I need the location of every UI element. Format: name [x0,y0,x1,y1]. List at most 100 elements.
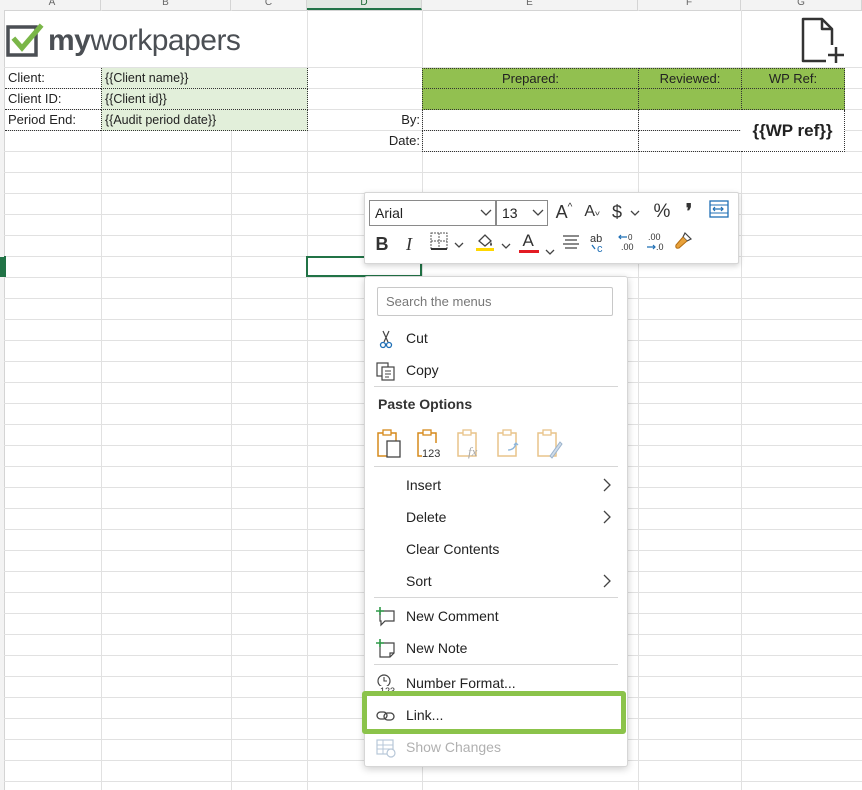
client-name-value[interactable]: {{Client name}} [101,68,308,89]
chevron-right-icon [603,510,611,524]
menu-search-input[interactable]: Search the menus [377,287,613,316]
paste-options-title: Paste Options [378,396,473,412]
font-size-dropdown[interactable]: 13 [496,200,548,226]
bold-button[interactable]: B [372,231,392,257]
chevron-right-icon [603,574,611,588]
menu-item-cut[interactable]: Cut [365,322,627,354]
decrease-font-letter: A [584,203,595,220]
dollar-icon: $ [611,202,622,222]
menu-item-label: Show Changes [406,739,501,755]
wrap-text-icon [709,200,729,218]
header-blank-area [423,11,741,67]
copy-icon [376,362,395,381]
active-row-indicator [4,256,6,277]
wp-ref-value[interactable]: {{WP ref}} [741,110,845,152]
italic-button[interactable]: I [400,231,418,257]
format-painter-button[interactable] [672,231,694,257]
menu-item-label: Delete [406,509,447,525]
column-header-g[interactable]: G [741,0,862,10]
menu-item-label: Insert [406,477,442,493]
reviewed-date-cell[interactable] [638,131,742,152]
period-end-value[interactable]: {{Audit period date}} [101,110,308,131]
decrease-decimal-icon: .00 .0 [647,232,664,252]
chevron-down-icon [545,249,554,255]
borders-icon [430,232,448,250]
accounting-format-button[interactable]: $ [609,199,643,225]
increase-decimal-icon: 0 .00 [618,233,634,252]
menu-item-label: Sort [406,573,432,589]
menu-item-new-note[interactable]: New Note [365,632,627,664]
menu-item-new-comment[interactable]: New Comment [365,600,627,632]
paste-values-icon[interactable]: 123 [416,428,444,460]
wp-ref-green-cell[interactable] [741,88,845,110]
column-header-c[interactable]: C [231,0,307,10]
new-document-icon [801,17,846,65]
svg-text:.0: .0 [656,242,664,252]
font-name-dropdown[interactable]: Arial [369,200,496,226]
column-header-a[interactable]: A [4,0,101,10]
menu-item-clear-contents[interactable]: Clear Contents [365,533,627,565]
paint-bucket-icon [476,234,495,251]
percent-style-button[interactable]: % [650,199,674,225]
prepared-header: Prepared: [422,68,639,89]
decrease-font-size-button[interactable]: A^ [581,199,603,225]
reviewed-header: Reviewed: [638,68,742,89]
prepared-date-cell[interactable] [422,131,639,152]
client-label: Client: [5,68,101,89]
reviewed-green-cell[interactable] [638,88,742,110]
fill-color-button[interactable] [473,231,513,257]
menu-separator [374,597,618,598]
client-id-value[interactable]: {{Client id}} [101,89,308,110]
prepared-green-cell[interactable] [422,88,639,110]
scissors-icon [379,330,393,349]
svg-text:.00: .00 [621,242,634,252]
svg-text:0: 0 [628,233,633,242]
align-center-icon [563,235,579,249]
menu-item-sort[interactable]: Sort [365,565,627,597]
menu-item-insert[interactable]: Insert [365,469,627,501]
borders-button[interactable] [427,231,467,257]
reviewed-by-cell[interactable] [638,110,742,131]
menu-item-show-changes[interactable]: Show Changes [365,731,627,763]
new-comment-icon [376,607,395,627]
menu-item-label: New Comment [406,608,499,624]
menu-item-label: Clear Contents [406,541,500,557]
caret-down-icon: ^ [594,205,600,216]
link-highlight-box [362,691,626,734]
wrap-text-button[interactable] [707,199,731,225]
percent-icon: % [653,201,671,222]
column-header-f[interactable]: F [638,0,741,10]
bold-icon: B [375,234,389,254]
align-center-button[interactable] [560,231,582,257]
decrease-decimal-button[interactable]: .00 .0 [645,231,667,257]
spell-check-button[interactable]: ab c [588,231,610,257]
increase-font-size-button[interactable]: A^ [553,199,575,225]
wp-ref-header: WP Ref: [741,68,845,89]
logo-my: my [48,24,91,57]
menu-item-label: Cut [406,330,428,346]
paste-transpose-icon[interactable] [496,428,524,460]
increase-decimal-button[interactable]: 0 .00 [617,231,639,257]
comma-style-button[interactable]: ❜ [679,199,699,225]
paste-formulas-icon[interactable]: fx [456,428,484,460]
menu-item-delete[interactable]: Delete [365,501,627,533]
prepared-by-cell[interactable] [422,110,639,131]
paste-icon[interactable] [376,428,404,460]
column-header-e[interactable]: E [422,0,638,10]
italic-icon: I [406,234,412,254]
comma-icon: ❜ [685,201,693,223]
font-color-button[interactable]: A [517,231,557,257]
font-size-value: 13 [502,205,518,221]
column-header-d[interactable]: D [307,0,422,10]
paste-formatting-icon[interactable] [536,428,564,460]
gridline [4,781,862,782]
date-label: Date: [388,133,420,148]
menu-item-label: Copy [406,362,439,378]
logo-workpapers: workpapers [90,24,241,57]
svg-text:c: c [597,243,603,253]
myworkpapers-logo: myworkpapers [6,22,241,60]
column-header-b[interactable]: B [101,0,231,10]
chevron-down-icon [532,203,544,231]
chevron-down-icon [454,242,463,248]
menu-item-copy[interactable]: Copy [365,354,627,386]
